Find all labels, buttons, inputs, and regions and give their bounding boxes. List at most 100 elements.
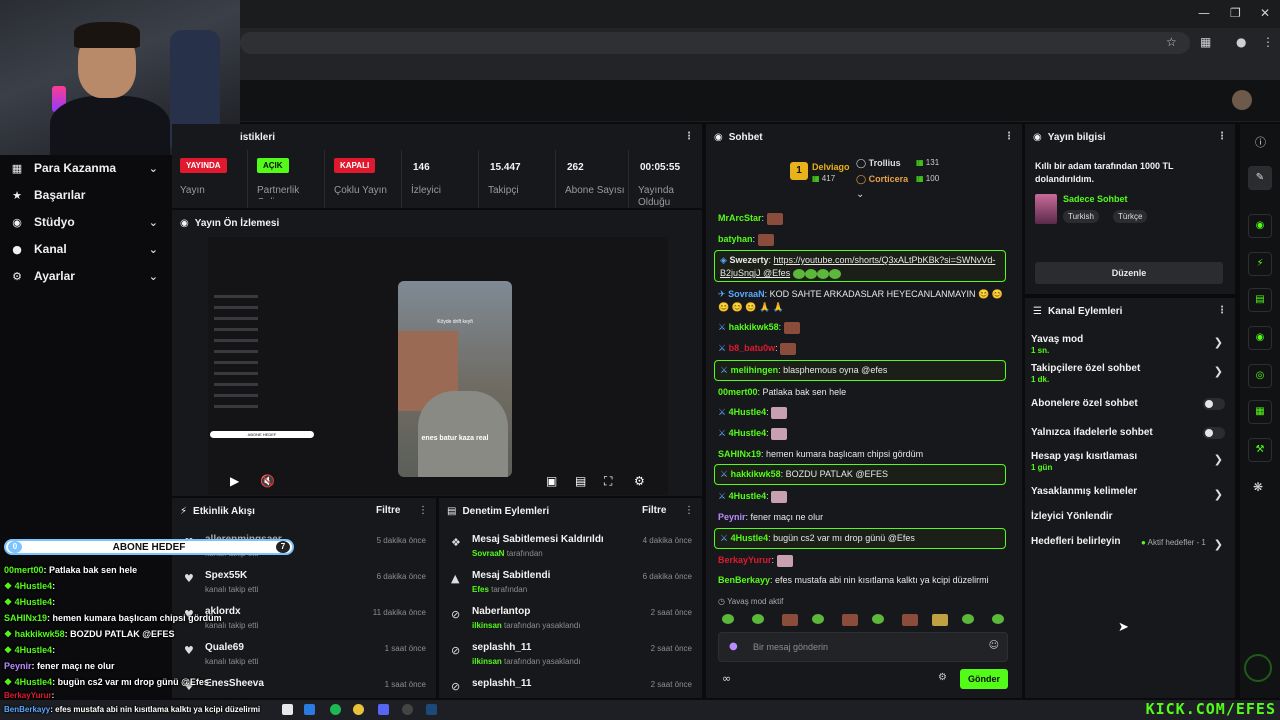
stat-uptime: 00:05:55 Yayında Olduğu — [638, 162, 681, 208]
restore-icon[interactable]: ❐ — [1230, 6, 1241, 20]
fullscreen-icon[interactable]: ⛶ — [604, 474, 612, 489]
send-button[interactable]: Gönder — [960, 669, 1008, 689]
actions-title: ☰ Kanal Eylemleri ⋮ — [1033, 305, 1227, 317]
obs-icon[interactable] — [402, 704, 413, 715]
chevron-down-icon: ⌄ — [148, 215, 158, 229]
chat-settings-icon[interactable]: ⚙ — [938, 672, 947, 683]
toggle-switch[interactable] — [1203, 427, 1225, 439]
emote[interactable] — [782, 614, 798, 626]
overlay-chat: 0 ABONE HEDEF 7 00mert00: Patlaka bak se… — [0, 536, 300, 702]
emote[interactable] — [752, 614, 764, 624]
emote[interactable] — [902, 614, 918, 626]
mic-icon: ● — [729, 641, 738, 652]
emote[interactable] — [842, 614, 858, 626]
discord-icon[interactable] — [378, 704, 389, 715]
sidebar-item-studyo[interactable]: ◉ Stüdyo ⌄ — [0, 209, 172, 235]
bookmark-star-icon[interactable]: ☆ — [1166, 35, 1177, 49]
emote[interactable] — [722, 614, 734, 624]
wrench-icon[interactable]: ⚒ — [1248, 438, 1272, 462]
action-goals[interactable]: Hedefleri belirleyin ● Aktif hedefler - 1… — [1031, 536, 1229, 551]
more-icon[interactable]: ⋮ — [684, 131, 694, 142]
preview-video[interactable]: Köyde drift keyfi enes batur kaza real A… — [208, 237, 668, 495]
layout-icon[interactable]: ▦ — [1248, 400, 1272, 424]
minimize-icon[interactable]: — — [1198, 6, 1210, 20]
expand-icon[interactable]: ⌄ — [856, 189, 864, 200]
pin-icon: ▲ — [451, 572, 460, 585]
edit-button[interactable]: Düzenle — [1035, 262, 1223, 284]
settings-icon[interactable]: ⚙ — [634, 474, 645, 488]
more-icon[interactable]: ⋮ — [1217, 305, 1227, 316]
emote-bar — [718, 612, 1010, 628]
info-icon[interactable]: ⓘ — [1255, 134, 1266, 150]
broadcast-icon[interactable]: ◎ — [1248, 364, 1272, 388]
play-icon[interactable]: ▶ — [230, 474, 239, 488]
emoji-icon[interactable]: ☺ — [989, 640, 999, 651]
chat-message-highlighted: ⚔ 4Hustle4: bugün cs2 var mı drop günü @… — [714, 528, 1006, 549]
mute-icon[interactable]: 🔇 — [260, 474, 275, 488]
sidebar-item-basarilar[interactable]: ★ Başarılar — [0, 182, 172, 208]
theater-icon[interactable]: ▤ — [575, 474, 586, 488]
apps-icon[interactable]: ❋ — [1253, 480, 1263, 494]
chat-icon[interactable]: ◉ — [1248, 326, 1272, 350]
emote[interactable] — [872, 614, 884, 624]
document-icon[interactable]: ▤ — [1248, 288, 1272, 312]
chat-message: 00mert00: Patlaka bak sen hele — [718, 387, 847, 397]
rank-3-icon: ◯ — [856, 175, 867, 185]
points-icon[interactable]: ∞ — [722, 672, 731, 685]
more-icon[interactable]: ⋮ — [418, 505, 428, 516]
sword-icon: ⚔ — [720, 470, 729, 480]
pip-icon[interactable]: ▣ — [546, 474, 557, 488]
sidebar-item-ayarlar[interactable]: ⚙ Ayarlar ⌄ — [0, 263, 172, 289]
profile-icon[interactable]: ● — [1236, 35, 1246, 49]
tag[interactable]: Türkçe — [1113, 210, 1148, 223]
emote[interactable] — [812, 614, 824, 624]
trophy-icon: ★ — [12, 188, 22, 202]
tag[interactable]: Turkish — [1063, 210, 1099, 223]
category-thumbnail[interactable] — [1035, 194, 1057, 224]
browser-menu-icon[interactable]: ⋮ — [1262, 35, 1274, 49]
action-banned-words[interactable]: Yasaklanmış kelimeler ❯ — [1031, 486, 1229, 501]
user-avatar[interactable] — [1232, 90, 1252, 110]
filter-button[interactable]: Filtre — [376, 505, 400, 516]
steam-icon[interactable] — [426, 704, 437, 715]
action-raid[interactable]: İzleyici Yönlendir — [1031, 511, 1229, 522]
sidebar-item-para-kazanma[interactable]: ▦ Para Kazanma ⌄ — [0, 155, 172, 181]
outlook-icon[interactable] — [304, 704, 315, 715]
overlay-chat-line: ❖ 4Hustle4: — [4, 597, 56, 607]
address-bar[interactable] — [240, 32, 1190, 54]
action-account-age[interactable]: Hesap yaşı kısıtlaması 1 gün ❯ — [1031, 451, 1229, 472]
filter-button[interactable]: Filtre — [642, 505, 666, 516]
lightning-icon[interactable]: ⚡ — [1248, 252, 1272, 276]
action-subscribers-only[interactable]: Abonelere özel sohbet — [1031, 398, 1229, 410]
action-followers-only[interactable]: Takipçilere özel sohbet 1 dk. ❯ — [1031, 363, 1229, 384]
document-icon: ▤ — [447, 505, 457, 517]
chat-message-highlighted: ⚔ melihingen: blasphemous oyna @efes — [714, 360, 1006, 381]
camera-icon: ◉ — [12, 215, 22, 229]
chrome-icon[interactable] — [353, 704, 364, 715]
person-icon: ● — [12, 242, 22, 256]
emote[interactable] — [932, 614, 948, 626]
gift-icon: ▦ — [916, 158, 924, 167]
chat-input[interactable]: ● Bir mesaj gönderin ☺ — [718, 632, 1008, 662]
toggle-switch[interactable] — [1203, 398, 1225, 410]
pencil-icon[interactable]: ✎ — [1248, 166, 1272, 190]
more-icon[interactable]: ⋮ — [684, 505, 694, 516]
sword-icon: ⚔ — [718, 429, 727, 439]
file-explorer-icon[interactable] — [282, 704, 293, 715]
more-icon[interactable]: ⋮ — [1004, 131, 1014, 142]
spotify-icon[interactable] — [330, 704, 341, 715]
sidebar-item-kanal[interactable]: ● Kanal ⌄ — [0, 236, 172, 262]
clock-icon: ◷ — [718, 597, 725, 606]
emote[interactable] — [992, 614, 1004, 624]
camera-icon[interactable]: ◉ — [1248, 214, 1272, 238]
close-icon[interactable]: ✕ — [1260, 6, 1270, 20]
rank-2-icon: ◯ — [856, 159, 867, 169]
more-icon[interactable]: ⋮ — [1217, 131, 1227, 142]
emote[interactable] — [962, 614, 974, 624]
extensions-icon[interactable]: ▦ — [1200, 35, 1211, 49]
action-slow-mode[interactable]: Yavaş mod 1 sn. ❯ — [1031, 334, 1229, 355]
sword-icon: ⚔ — [718, 492, 727, 502]
action-emote-only[interactable]: Yalnızca ifadelerle sohbet — [1031, 427, 1229, 439]
chevron-down-icon: ⌄ — [148, 161, 158, 175]
category-link[interactable]: Sadece Sohbet — [1063, 194, 1128, 204]
